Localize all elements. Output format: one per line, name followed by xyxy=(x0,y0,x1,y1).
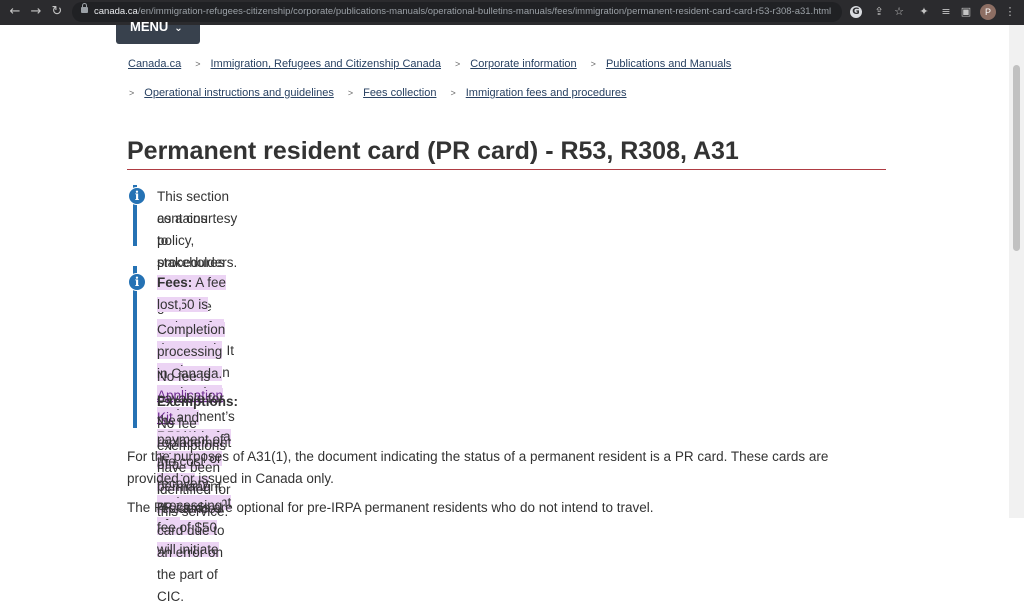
breadcrumb-link-canada[interactable]: Canada.ca xyxy=(128,58,181,70)
breadcrumb-separator-icon: > xyxy=(129,88,135,98)
menu-button[interactable]: MENU ⌄ xyxy=(116,20,200,44)
back-icon[interactable]: ← xyxy=(6,3,24,21)
breadcrumb-link-publications[interactable]: Publications and Manuals xyxy=(606,58,731,70)
page-scrollbar[interactable] xyxy=(1009,25,1024,518)
fees-label: Fees: xyxy=(157,275,193,290)
info-icon: i xyxy=(128,187,146,205)
breadcrumb-separator-icon: > xyxy=(590,59,596,69)
url-path: /en/immigration-refugees-citizenship/cor… xyxy=(137,6,832,17)
info-notice: i This section contains policy, procedur… xyxy=(128,185,237,446)
google-lens-icon[interactable]: G xyxy=(850,6,862,18)
reading-list-icon[interactable]: ≡ xyxy=(938,4,954,20)
reload-icon[interactable]: ↻ xyxy=(48,3,66,21)
scrollbar-thumb[interactable] xyxy=(1013,65,1020,251)
url-host: canada.ca xyxy=(94,6,138,17)
more-menu-icon[interactable]: ⋮ xyxy=(1002,4,1018,20)
exemptions-label: Exemptions: xyxy=(157,394,239,409)
share-icon[interactable]: ⇪ xyxy=(871,4,887,20)
breadcrumb: Canada.ca > Immigration, Refugees and Citi… xyxy=(128,58,731,70)
body-paragraph-1-line-1: For the purposes of A31(1), the document… xyxy=(127,449,829,464)
breadcrumb-row-2: > Operational instructions and guidelines… xyxy=(129,87,627,99)
breadcrumb-link-operational[interactable]: Operational instructions and guidelines xyxy=(144,87,334,99)
side-panel-icon[interactable]: ▣ xyxy=(958,4,974,20)
menu-label: MENU xyxy=(130,19,169,34)
breadcrumb-link-immigration-fees[interactable]: Immigration fees and procedures xyxy=(466,87,627,99)
notice-line-2: as a courtesy to stakeholders. xyxy=(157,211,238,270)
page-title: Permanent resident card (PR card) - R53,… xyxy=(127,136,886,170)
breadcrumb-link-fees-collection[interactable]: Fees collection xyxy=(363,87,436,99)
breadcrumb-link-ircc[interactable]: Immigration, Refugees and Citizenship Ca… xyxy=(210,58,441,70)
body-paragraph-1-line-2: provided or issued in Canada only. xyxy=(127,471,334,486)
breadcrumb-link-corporate[interactable]: Corporate information xyxy=(470,58,576,70)
chevron-down-icon: ⌄ xyxy=(174,23,183,34)
fees-notice: i Fees: A fee of $50 is payable for proc… xyxy=(128,266,238,604)
profile-avatar[interactable]: P xyxy=(980,4,996,20)
forward-icon[interactable]: → xyxy=(27,3,45,21)
breadcrumb-separator-icon: > xyxy=(195,59,201,69)
breadcrumb-separator-icon: > xyxy=(347,88,354,98)
info-icon: i xyxy=(128,273,146,291)
url-text[interactable]: canada.ca/en/immigration-refugees-citize… xyxy=(94,5,831,19)
breadcrumb-separator-icon: > xyxy=(455,59,461,69)
extensions-icon[interactable]: ✦ xyxy=(916,4,932,20)
lock-icon xyxy=(81,3,88,13)
breadcrumb-separator-icon: > xyxy=(450,88,456,98)
address-bar[interactable]: canada.ca/en/immigration-refugees-citize… xyxy=(72,2,842,22)
body-paragraph-2: The PR cards are optional for pre-IRPA p… xyxy=(127,500,654,515)
bookmark-star-icon[interactable]: ☆ xyxy=(891,4,907,20)
